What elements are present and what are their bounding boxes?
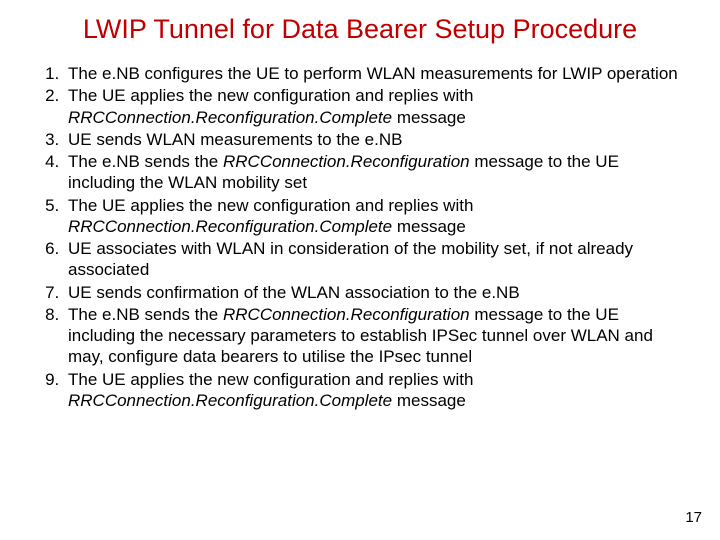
procedure-list: The e.NB configures the UE to perform WL… [36, 63, 684, 411]
item-italic: RRCConnection.Reconfiguration [223, 152, 470, 171]
item-text: message [392, 217, 466, 236]
list-item: The e.NB sends the RRCConnection.Reconfi… [64, 151, 684, 194]
list-item: The UE applies the new configuration and… [64, 195, 684, 238]
list-item: The e.NB configures the UE to perform WL… [64, 63, 684, 84]
slide: LWIP Tunnel for Data Bearer Setup Proced… [0, 0, 720, 540]
list-item: The UE applies the new configuration and… [64, 85, 684, 128]
item-italic: RRCConnection.Reconfiguration.Complete [68, 217, 392, 236]
item-text: The UE applies the new configuration and… [68, 86, 473, 105]
list-item: UE associates with WLAN in consideration… [64, 238, 684, 281]
list-item: UE sends WLAN measurements to the e.NB [64, 129, 684, 150]
item-text: The UE applies the new configuration and… [68, 370, 473, 389]
list-item: The e.NB sends the RRCConnection.Reconfi… [64, 304, 684, 368]
item-italic: RRCConnection.Reconfiguration.Complete [68, 391, 392, 410]
item-italic: RRCConnection.Reconfiguration.Complete [68, 108, 392, 127]
item-text: UE associates with WLAN in consideration… [68, 239, 633, 279]
item-italic: RRCConnection.Reconfiguration [223, 305, 470, 324]
slide-title: LWIP Tunnel for Data Bearer Setup Proced… [0, 0, 720, 51]
list-item: The UE applies the new configuration and… [64, 369, 684, 412]
item-text: message [392, 108, 466, 127]
page-number: 17 [685, 509, 702, 526]
item-text: The UE applies the new configuration and… [68, 196, 473, 215]
item-text: The e.NB configures the UE to perform WL… [68, 64, 678, 83]
item-text: UE sends WLAN measurements to the e.NB [68, 130, 402, 149]
item-text: UE sends confirmation of the WLAN associ… [68, 283, 520, 302]
item-text: The e.NB sends the [68, 305, 223, 324]
list-item: UE sends confirmation of the WLAN associ… [64, 282, 684, 303]
item-text: The e.NB sends the [68, 152, 223, 171]
item-text: message [392, 391, 466, 410]
